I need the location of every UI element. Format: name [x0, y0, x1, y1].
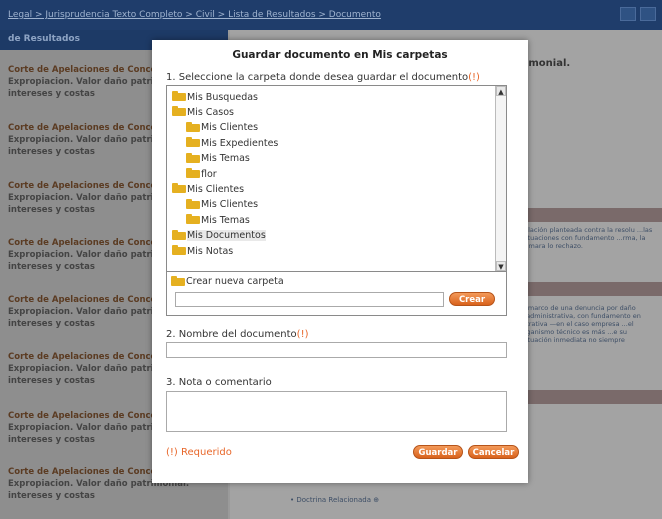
save-button[interactable]: Guardar [413, 445, 463, 459]
folder-icon [172, 229, 186, 240]
folder-icon [172, 245, 186, 255]
document-text-2: el marco de una denuncia por daño ...adm… [520, 304, 641, 344]
folder-tree-item[interactable]: flor [186, 167, 217, 181]
folder-label: Mis Temas [201, 214, 250, 226]
list-icon[interactable] [640, 7, 656, 21]
folder-tree-scrollbar[interactable]: ▲ ▼ [495, 86, 506, 271]
create-folder-label-text: Crear nueva carpeta [186, 276, 284, 287]
folder-tree-item[interactable]: Mis Temas [186, 213, 250, 227]
folder-icon [171, 275, 185, 286]
folder-label: Mis Notas [187, 245, 234, 257]
save-document-dialog: Guardar documento en Mis carpetas 1. Sel… [152, 40, 528, 483]
dialog-title: Guardar documento en Mis carpetas [232, 49, 448, 61]
step1-label-text: 1. Seleccione la carpeta donde desea gua… [166, 72, 469, 83]
folder-icon [186, 152, 200, 163]
folder-icon [172, 183, 186, 194]
folder-icon [186, 168, 200, 178]
breadcrumb[interactable]: Legal > Jurisprudencia Texto Completo > … [8, 10, 381, 20]
folder-label: Mis Busquedas [187, 91, 258, 103]
folder-tree-item[interactable]: Mis Clientes [186, 121, 258, 135]
folder-icon [172, 106, 186, 117]
folder-icon [186, 137, 200, 148]
create-folder-label: Crear nueva carpeta [171, 275, 284, 287]
create-folder-button[interactable]: Crear [449, 292, 495, 306]
folder-icon [186, 214, 200, 225]
folder-tree-item[interactable]: Mis Documentos [172, 229, 266, 243]
top-bar: Legal > Jurisprudencia Texto Completo > … [0, 0, 662, 30]
new-folder-input[interactable] [175, 292, 444, 307]
folder-label: Mis Documentos [187, 230, 266, 242]
folder-tree: Mis Busquedas Mis Casos Mis Clientes Mis Ex… [166, 85, 507, 272]
step1-label: 1. Seleccione la carpeta donde desea gua… [166, 72, 480, 83]
step2-label-text: 2. Nombre del documento [166, 329, 297, 340]
folder-tree-item[interactable]: Mis Clientes [172, 182, 244, 196]
folder-label: Mis Temas [201, 153, 250, 165]
folder-label: Mis Clientes [201, 122, 259, 134]
scroll-up-arrow-icon[interactable]: ▲ [496, 86, 506, 96]
related-doctrine-link[interactable]: • Doctrina Relacionada ⊕ [290, 496, 379, 504]
folder-tree-item[interactable]: Mis Busquedas [172, 90, 258, 104]
toolbar-icons [620, 7, 656, 21]
folder-tree-item[interactable]: Mis Notas [172, 244, 233, 258]
step2-label: 2. Nombre del documento(!) [166, 329, 308, 340]
cancel-button[interactable]: Cancelar [468, 445, 519, 459]
folder-icon [186, 198, 200, 209]
create-folder-section: Crear nueva carpeta Crear [166, 272, 507, 316]
required-mark: (!) [296, 329, 309, 340]
required-mark: (!) [468, 72, 480, 83]
folder-tree-item[interactable]: Mis Clientes [186, 198, 258, 212]
folder-icon [186, 121, 200, 132]
folder-label: Mis Expedientes [201, 137, 279, 149]
scroll-down-arrow-icon[interactable]: ▼ [496, 261, 506, 271]
folder-tree-item[interactable]: Mis Temas [186, 152, 250, 166]
document-name-input[interactable] [166, 342, 507, 358]
folder-label: Mis Clientes [201, 199, 259, 211]
folder-tree-item[interactable]: Mis Casos [172, 105, 234, 119]
folder-tree-item[interactable]: Mis Expedientes [186, 136, 278, 150]
folder-label: flor [201, 168, 217, 180]
note-textarea[interactable] [166, 391, 507, 432]
result-line3: intereses y costas [8, 491, 95, 501]
required-legend: (!) Requerido [166, 447, 232, 458]
step3-label: 3. Nota o comentario [166, 377, 272, 388]
folder-icon [172, 91, 186, 101]
folder-label: Mis Casos [187, 106, 234, 118]
document-text-1: pelación planteada contra la resolu ...l… [520, 226, 653, 250]
print-icon[interactable] [620, 7, 636, 21]
folder-label: Mis Clientes [187, 183, 245, 195]
